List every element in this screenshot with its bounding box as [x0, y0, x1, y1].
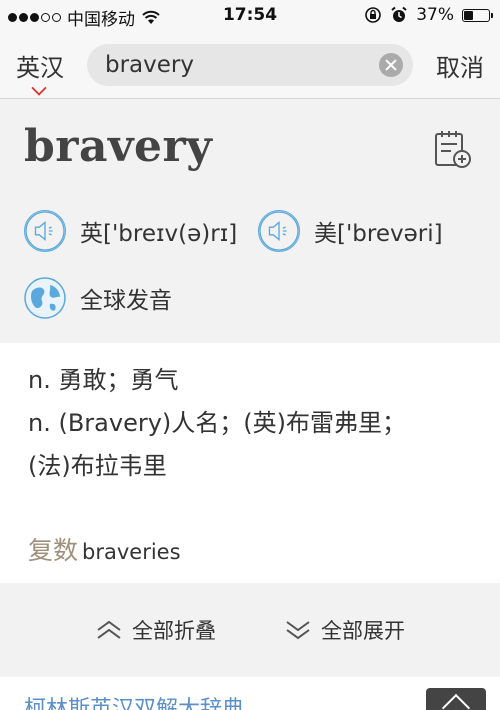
- battery-icon: [462, 8, 493, 22]
- collapse-all-button[interactable]: 全部折叠: [96, 615, 216, 645]
- us-phonetic: 美['brevəri]: [314, 221, 443, 247]
- alarm-icon: [391, 6, 407, 22]
- dictionary-title[interactable]: 柯林斯英汉双解大辞典: [24, 691, 244, 710]
- status-right: 37%: [364, 5, 493, 25]
- globe-icon[interactable]: [24, 277, 66, 319]
- clear-icon[interactable]: [379, 53, 403, 77]
- global-pronunciation[interactable]: 全球发音: [24, 277, 172, 319]
- word-panel: bravery 英['breɪv(ə)rɪ] 美['brevəri] 全球发音: [0, 99, 500, 343]
- plural-value[interactable]: braveries: [82, 540, 181, 564]
- language-selector[interactable]: 英汉: [16, 48, 64, 83]
- battery-percent: 37%: [416, 5, 454, 25]
- dictionary-section: 柯林斯英汉双解大辞典: [0, 677, 500, 710]
- cancel-button[interactable]: 取消: [436, 48, 484, 83]
- scroll-to-top-button[interactable]: [426, 688, 486, 710]
- battery-fill: [464, 10, 473, 20]
- global-pron-label: 全球发音: [80, 288, 172, 314]
- double-chevron-up-icon: [97, 620, 121, 639]
- definition-line: n. (Bravery)人名；(英)布雷弗里；: [28, 409, 406, 437]
- double-chevron-down-icon: [286, 621, 310, 640]
- speaker-icon[interactable]: [24, 210, 66, 252]
- headword: bravery: [24, 121, 213, 172]
- us-pronunciation[interactable]: 美['brevəri]: [258, 210, 443, 252]
- uk-pronunciation[interactable]: 英['breɪv(ə)rɪ]: [24, 210, 237, 252]
- speaker-icon[interactable]: [258, 210, 300, 252]
- add-to-wordbook-icon[interactable]: [434, 129, 472, 169]
- definitions-section: n. 勇敢；勇气 n. (Bravery)人名；(英)布雷弗里； (法)布拉韦里…: [0, 343, 500, 583]
- rotation-lock-icon: [365, 7, 382, 23]
- status-bar: 中国移动 17:54 37%: [0, 0, 500, 32]
- definition-line: n. 勇敢；勇气: [28, 366, 179, 394]
- definition-line: (法)布拉韦里: [28, 452, 167, 480]
- uk-phonetic: 英['breɪv(ə)rɪ]: [80, 221, 238, 247]
- search-input[interactable]: [105, 44, 365, 86]
- search-header: 英汉 取消: [0, 32, 500, 99]
- collapse-all-label: 全部折叠: [132, 619, 216, 643]
- expand-all-button[interactable]: 全部展开: [285, 615, 405, 645]
- toggle-bar: 全部折叠 全部展开: [0, 583, 500, 677]
- expand-all-label: 全部展开: [321, 619, 405, 643]
- plural-label: 复数: [28, 536, 79, 565]
- plural-form: 复数 braveries: [28, 531, 181, 567]
- search-box[interactable]: [87, 44, 413, 86]
